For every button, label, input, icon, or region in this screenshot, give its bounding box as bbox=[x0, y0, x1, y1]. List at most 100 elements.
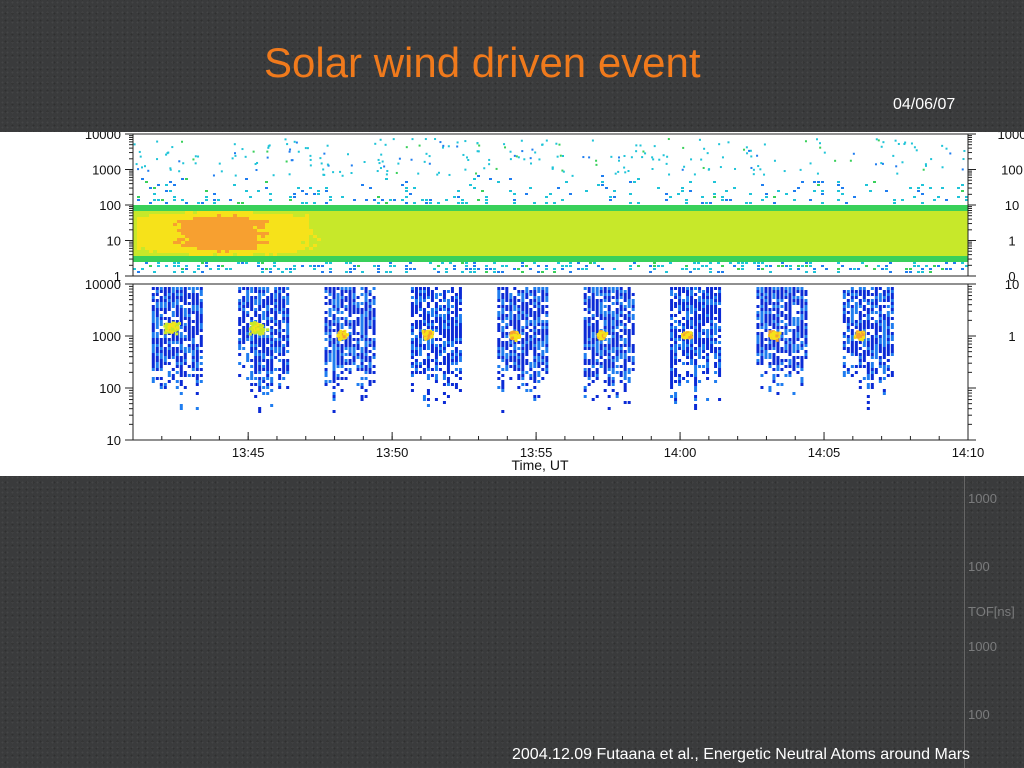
band-pixel bbox=[561, 217, 565, 220]
band-pixel bbox=[277, 205, 281, 208]
band-pixel bbox=[629, 211, 633, 214]
band-pixel bbox=[377, 256, 381, 259]
band-pixel bbox=[317, 229, 321, 232]
band-pixel bbox=[649, 253, 653, 256]
band-pixel bbox=[785, 220, 789, 223]
band-pixel bbox=[577, 208, 581, 211]
noise-pixel bbox=[629, 193, 632, 195]
band-pixel bbox=[413, 229, 417, 232]
band-pixel bbox=[929, 211, 933, 214]
band-pixel bbox=[913, 229, 917, 232]
noise-pixel bbox=[405, 146, 408, 149]
band-pixel bbox=[533, 241, 537, 244]
band-pixel bbox=[957, 226, 961, 229]
band-pixel bbox=[673, 208, 677, 211]
band-pixel bbox=[685, 241, 689, 244]
band-pixel bbox=[585, 238, 589, 241]
band-pixel bbox=[561, 253, 565, 256]
band-pixel bbox=[729, 247, 733, 250]
band-pixel bbox=[345, 208, 349, 211]
burst-pixel bbox=[159, 338, 163, 341]
band-pixel bbox=[625, 259, 629, 262]
noise-pixel bbox=[757, 165, 760, 168]
band-pixel bbox=[529, 217, 533, 220]
band-pixel bbox=[581, 253, 585, 256]
band-pixel bbox=[325, 247, 329, 250]
noise-pixel bbox=[457, 190, 460, 192]
band-pixel bbox=[697, 208, 701, 211]
burst-pixel bbox=[159, 290, 163, 293]
band-pixel bbox=[893, 205, 897, 208]
band-pixel bbox=[741, 214, 745, 217]
band-pixel bbox=[789, 217, 793, 220]
band-pixel bbox=[753, 223, 757, 226]
noise-pixel bbox=[529, 187, 532, 189]
band-pixel bbox=[813, 256, 817, 259]
noise-pixel bbox=[339, 170, 342, 173]
band-pixel bbox=[221, 244, 225, 247]
band-pixel bbox=[901, 253, 905, 256]
band-pixel bbox=[957, 229, 961, 232]
band-pixel bbox=[293, 256, 297, 259]
band-pixel bbox=[905, 217, 909, 220]
band-pixel bbox=[657, 223, 661, 226]
band-pixel bbox=[445, 256, 449, 259]
band-pixel bbox=[689, 247, 693, 250]
band-pixel bbox=[425, 256, 429, 259]
band-pixel bbox=[233, 214, 237, 217]
noise-pixel bbox=[377, 268, 380, 270]
burst-pixel bbox=[179, 305, 183, 308]
band-pixel bbox=[805, 232, 809, 235]
band-pixel bbox=[861, 250, 865, 253]
noise-pixel bbox=[473, 178, 476, 180]
band-pixel bbox=[845, 259, 849, 262]
band-pixel bbox=[473, 229, 477, 232]
noise-pixel bbox=[201, 271, 204, 273]
noise-pixel bbox=[229, 268, 232, 270]
band-pixel bbox=[513, 220, 517, 223]
band-pixel bbox=[717, 244, 721, 247]
band-pixel bbox=[829, 226, 833, 229]
band-pixel bbox=[321, 211, 325, 214]
band-pixel bbox=[309, 250, 313, 253]
burst-pixel bbox=[151, 365, 155, 368]
band-pixel bbox=[769, 256, 773, 259]
band-pixel bbox=[777, 244, 781, 247]
noise-pixel bbox=[801, 265, 804, 267]
band-pixel bbox=[709, 205, 713, 208]
band-pixel bbox=[157, 256, 161, 259]
band-pixel bbox=[913, 208, 917, 211]
band-pixel bbox=[241, 253, 245, 256]
band-pixel bbox=[373, 220, 377, 223]
band-pixel bbox=[897, 256, 901, 259]
noise-pixel bbox=[804, 140, 807, 143]
band-pixel bbox=[169, 226, 173, 229]
noise-pixel bbox=[897, 142, 900, 145]
burst-pixel bbox=[183, 293, 187, 296]
noise-pixel bbox=[571, 174, 574, 177]
band-pixel bbox=[729, 250, 733, 253]
noise-pixel bbox=[225, 268, 228, 270]
band-pixel bbox=[469, 229, 473, 232]
band-pixel bbox=[293, 238, 297, 241]
band-pixel bbox=[413, 208, 417, 211]
noise-pixel bbox=[503, 143, 506, 146]
band-pixel bbox=[357, 229, 361, 232]
band-pixel bbox=[653, 211, 657, 214]
band-pixel bbox=[277, 253, 281, 256]
band-pixel bbox=[245, 238, 249, 241]
band-pixel bbox=[725, 214, 729, 217]
band-pixel bbox=[213, 226, 217, 229]
band-pixel bbox=[685, 250, 689, 253]
band-pixel bbox=[361, 259, 365, 262]
band-pixel bbox=[693, 235, 697, 238]
noise-pixel bbox=[629, 268, 632, 270]
band-pixel bbox=[933, 235, 937, 238]
band-pixel bbox=[537, 226, 541, 229]
band-pixel bbox=[513, 241, 517, 244]
band-pixel bbox=[157, 226, 161, 229]
band-pixel bbox=[605, 244, 609, 247]
background-tick-label: 100 bbox=[968, 707, 990, 722]
band-pixel bbox=[293, 247, 297, 250]
band-pixel bbox=[485, 244, 489, 247]
